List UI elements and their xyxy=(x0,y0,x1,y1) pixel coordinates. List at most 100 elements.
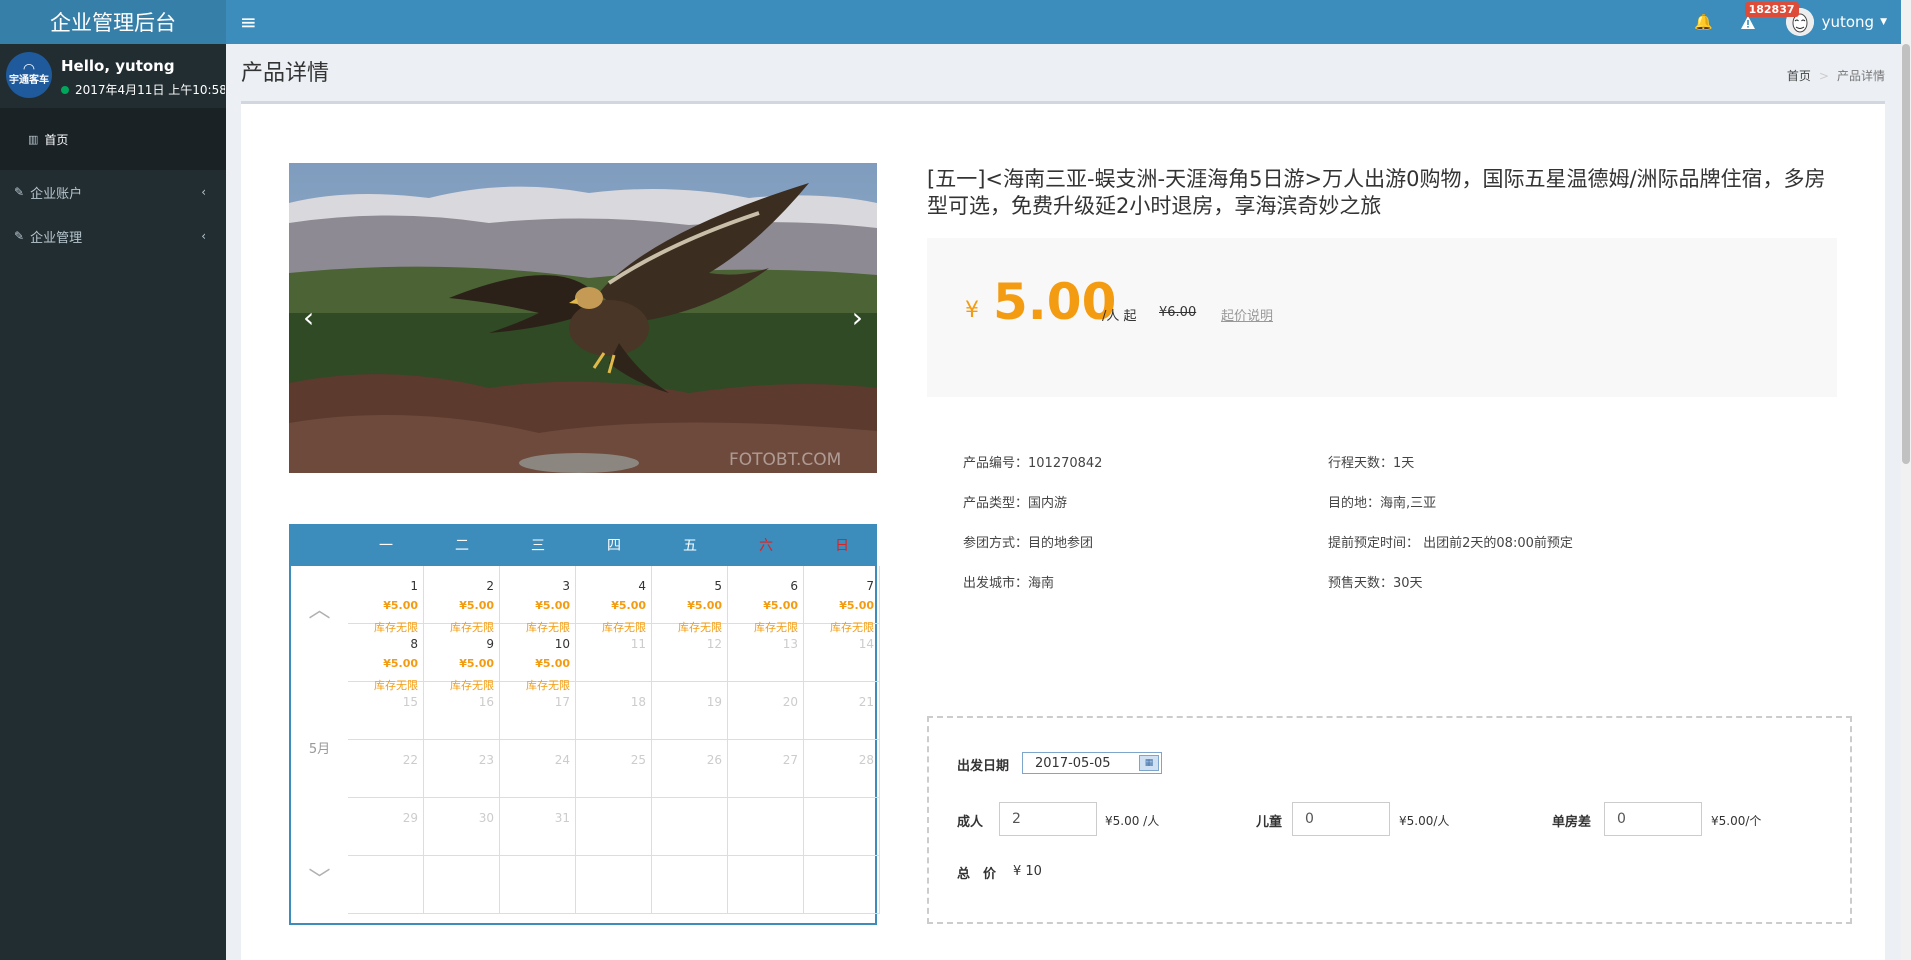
calendar-day-number: 25 xyxy=(630,753,646,767)
image-watermark: FOTOBT.COM xyxy=(729,450,841,470)
breadcrumb-home-link[interactable]: 首页 xyxy=(1787,69,1811,83)
calendar-day-cell[interactable]: 6 ¥5.00 库存无限 xyxy=(728,566,804,634)
calendar-day-number: 26 xyxy=(706,753,722,767)
calendar-day-cell[interactable]: 3 ¥5.00 库存无限 xyxy=(500,566,576,634)
calendar-day-number: 11 xyxy=(630,637,646,651)
breadcrumb: 首页 > 产品详情 xyxy=(1787,67,1885,84)
carousel-prev-chevron-icon[interactable]: ‹ xyxy=(303,303,314,333)
adult-label: 成人 xyxy=(957,815,984,830)
notifications-bell-icon[interactable]: 🔔 xyxy=(1682,0,1726,44)
calendar-day-number: 30 xyxy=(478,811,494,825)
calendar-day-cell: 21 xyxy=(804,682,880,740)
sidebar-item-label: 企业管理 xyxy=(30,230,83,246)
top-navbar: ≡ 🔔 182837 yutong ▼ xyxy=(226,0,1901,44)
calendar-day-price: ¥5.00 xyxy=(763,599,798,612)
edit-icon: ✎ xyxy=(14,185,25,199)
sidebar-item-enterprise-account[interactable]: ✎ 企业账户 ‹ xyxy=(0,170,226,214)
sidebar-item-home[interactable]: ▥ 首页 xyxy=(0,108,226,170)
calendar-day-number: 9 xyxy=(486,637,494,651)
calendar-day-number: 2 xyxy=(486,579,494,593)
calendar-day-cell xyxy=(804,798,880,856)
single-supplement-input[interactable] xyxy=(1604,802,1702,836)
calendar-day-cell: 20 xyxy=(728,682,804,740)
notifications-badge: 182837 xyxy=(1744,2,1799,17)
calendar-day-cell[interactable]: 1 ¥5.00 库存无限 xyxy=(348,566,424,634)
calendar-day-cell xyxy=(500,856,576,914)
info-trip-days: 行程天数：1天 xyxy=(1328,456,1415,471)
price-panel: ¥ 5.00 /人 起 ¥6.00 起价说明 xyxy=(927,238,1837,397)
calendar-day-cell[interactable]: 9 ¥5.00 库存无限 xyxy=(424,624,500,692)
calendar-day-number: 1 xyxy=(410,579,418,593)
calendar-day-price: ¥5.00 xyxy=(383,599,418,612)
calendar-day-cell xyxy=(348,856,424,914)
calendar-day-cell[interactable]: 4 ¥5.00 库存无限 xyxy=(576,566,652,634)
user-status: 2017年4月11日 上午10:58: xyxy=(61,81,225,98)
calendar-day-cell: 14 xyxy=(804,624,880,682)
calendar-day-number: 5 xyxy=(714,579,722,593)
single-supplement-price: ¥5.00/个 xyxy=(1711,814,1762,828)
calendar-day-number: 10 xyxy=(554,637,570,651)
departure-calendar: 一二三四五六日 ︿ 5月 ﹀ 1 ¥5.00 库存无限 2 ¥5.00 库存无限 3 ¥5.0… xyxy=(289,524,880,925)
calendar-day-number: 15 xyxy=(402,695,418,709)
product-image-carousel[interactable]: FOTOBT.COM ‹ › xyxy=(289,163,877,473)
info-tour-mode: 参团方式：目的地参团 xyxy=(963,536,1094,551)
calendar-day-number: 8 xyxy=(410,637,418,651)
calendar-day-price: ¥5.00 xyxy=(459,657,494,670)
calendar-day-number: 31 xyxy=(554,811,570,825)
page-scrollbar[interactable] xyxy=(1901,0,1911,960)
carousel-next-chevron-icon[interactable]: › xyxy=(852,303,863,333)
calendar-day-number: 4 xyxy=(638,579,646,593)
edit-icon: ✎ xyxy=(14,229,25,243)
calendar-day-number: 21 xyxy=(858,695,874,709)
calendar-month-label: 5月 xyxy=(308,742,331,757)
calendar-day-cell: 11 xyxy=(576,624,652,682)
chevron-left-icon: ‹ xyxy=(201,185,206,199)
adult-price: ¥5.00 /人 xyxy=(1105,814,1160,828)
calendar-day-price: ¥5.00 xyxy=(611,599,646,612)
user-greeting: Hello, yutong xyxy=(61,57,175,75)
sidebar-toggle-icon[interactable]: ≡ xyxy=(240,8,257,36)
calendar-weekday: 二 xyxy=(455,538,469,554)
status-time: 2017年4月11日 上午10:58: xyxy=(75,83,225,97)
adult-count-input[interactable] xyxy=(999,802,1097,836)
calendar-day-cell: 22 xyxy=(348,740,424,798)
calendar-day-number: 24 xyxy=(554,753,570,767)
calendar-day-cell: 27 xyxy=(728,740,804,798)
calendar-day-cell xyxy=(576,798,652,856)
chevron-up-icon[interactable]: ︿ xyxy=(291,592,348,624)
sidebar-item-label: 首页 xyxy=(44,132,69,147)
calendar-day-cell[interactable]: 5 ¥5.00 库存无限 xyxy=(652,566,728,634)
calendar-day-cell[interactable]: 10 ¥5.00 库存无限 xyxy=(500,624,576,692)
alerts-icon[interactable]: 182837 xyxy=(1726,0,1799,44)
scrollbar-thumb[interactable] xyxy=(1902,44,1910,464)
calendar-day-cell[interactable]: 8 ¥5.00 库存无限 xyxy=(348,624,424,692)
child-price: ¥5.00/人 xyxy=(1399,814,1450,828)
calendar-day-number: 3 xyxy=(562,579,570,593)
calendar-day-cell xyxy=(728,798,804,856)
calendar-day-cell: 26 xyxy=(652,740,728,798)
eagle-landscape-image: FOTOBT.COM xyxy=(289,163,877,473)
info-destination: 目的地：海南,三亚 xyxy=(1328,496,1437,511)
chevron-down-icon[interactable]: ﹀ xyxy=(291,862,348,894)
info-presale-days: 预售天数：30天 xyxy=(1328,576,1423,591)
sidebar-item-label: 企业账户 xyxy=(30,186,83,202)
calendar-picker-icon[interactable]: ▦ xyxy=(1139,755,1159,771)
child-label: 儿童 xyxy=(1256,815,1283,830)
calendar-day-number: 19 xyxy=(706,695,722,709)
child-count-input[interactable] xyxy=(1292,802,1390,836)
single-supplement-label: 单房差 xyxy=(1552,815,1592,830)
info-product-id: 产品编号：101270842 xyxy=(963,456,1103,471)
app-logo[interactable]: 企业管理后台 xyxy=(0,0,226,44)
departure-date-label: 出发日期 xyxy=(957,759,1010,774)
calendar-day-number: 29 xyxy=(402,811,418,825)
sidebar: ◠ 宇通客车 Hello, yutong 2017年4月11日 上午10:58:… xyxy=(0,44,226,960)
calendar-day-cell[interactable]: 2 ¥5.00 库存无限 xyxy=(424,566,500,634)
sidebar-item-enterprise-management[interactable]: ✎ 企业管理 ‹ xyxy=(0,214,226,258)
price-explain-link[interactable]: 起价说明 xyxy=(1221,305,1273,324)
user-menu[interactable]: yutong ▼ xyxy=(1785,8,1887,36)
username: yutong xyxy=(1821,13,1875,31)
calendar-day-cell[interactable]: 7 ¥5.00 库存无限 xyxy=(804,566,880,634)
wifi-arc-icon: ◠ xyxy=(22,61,36,77)
calendar-day-cell: 30 xyxy=(424,798,500,856)
chevron-down-icon: ▼ xyxy=(1880,17,1887,27)
